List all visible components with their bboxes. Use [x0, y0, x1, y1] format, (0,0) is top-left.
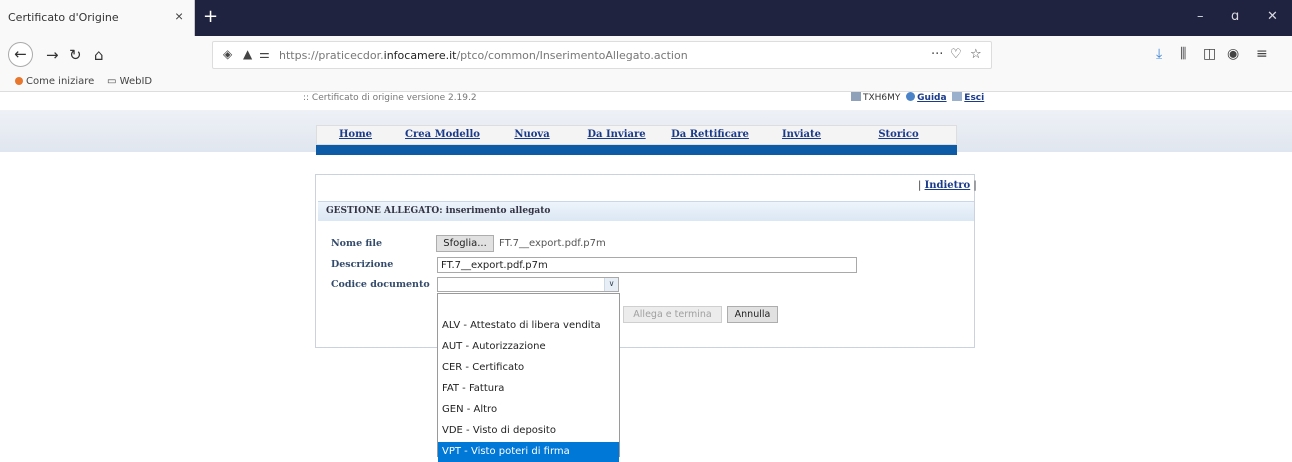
back-arrow-icon[interactable]: ←: [8, 42, 33, 67]
selected-file-name: FT.7__export.pdf.p7m: [499, 238, 606, 249]
section-title: GESTIONE ALLEGATO: inserimento allegato: [326, 206, 551, 216]
menu-item-storico[interactable]: Storico: [843, 126, 954, 144]
dropdown-option[interactable]: FAT - Fattura: [438, 379, 619, 399]
home-icon[interactable]: ⌂: [94, 46, 104, 64]
lock-icon[interactable]: ▲: [243, 47, 252, 61]
chevron-down-icon[interactable]: ∨: [604, 278, 618, 291]
url-text[interactable]: https://praticecdor.infocamere.it/ptco/c…: [279, 49, 688, 62]
library-icon[interactable]: ⫼: [1180, 46, 1186, 62]
window-restore-icon[interactable]: ɑ: [1231, 9, 1239, 24]
user-box: TXH6MY Guida Esci: [851, 92, 984, 103]
descrizione-label: Descrizione: [331, 259, 394, 270]
browser-titlebar: Certificato d'Origine × + – ɑ ✕: [0, 0, 1292, 36]
menu-item-nuova[interactable]: Nuova: [491, 126, 573, 144]
new-tab-icon[interactable]: +: [203, 6, 218, 27]
dropdown-option-selected[interactable]: VPT - Visto poteri di firma: [438, 442, 619, 462]
browse-button[interactable]: Sfoglia...: [436, 235, 494, 252]
menu-blue-bar: [316, 145, 957, 155]
page-top-bar: :: Certificato di origine versione 2.19.…: [0, 92, 1292, 110]
url-bar[interactable]: ◈ ▲ ⚌ https://praticecdor.infocamere.it/…: [212, 41, 992, 69]
tab-title: Certificato d'Origine: [8, 11, 119, 24]
codice-documento-label: Codice documento: [331, 279, 430, 290]
dropdown-option[interactable]: AUT - Autorizzazione: [438, 337, 619, 357]
dropdown-option[interactable]: CER - Certificato: [438, 358, 619, 378]
sidebar-icon[interactable]: ◫: [1203, 46, 1216, 62]
guida-link[interactable]: Guida: [917, 93, 946, 103]
codice-documento-dropdown: ALV - Attestato di libera vendita AUT - …: [437, 293, 620, 462]
download-icon[interactable]: ⤓: [1156, 46, 1162, 62]
shield-icon[interactable]: ◈: [223, 47, 232, 61]
section-header: GESTIONE ALLEGATO: inserimento allegato: [318, 201, 974, 221]
firefox-icon: [15, 77, 23, 85]
version-text: :: Certificato di origine versione 2.19.…: [303, 93, 477, 103]
annulla-button[interactable]: Annulla: [727, 306, 778, 323]
back-link-wrapper: | Indietro |: [918, 180, 977, 191]
user-icon: [851, 92, 861, 101]
menu-item-home[interactable]: Home: [317, 126, 394, 144]
reload-icon[interactable]: ↻: [69, 46, 82, 64]
main-menu: Home Crea Modello Nuova Da Inviare Da Re…: [316, 125, 957, 145]
bookmarks-bar: Come iniziare ▭ WebID: [0, 74, 1292, 92]
bookmark-come-iniziare[interactable]: Come iniziare: [15, 76, 94, 87]
allega-e-termina-button[interactable]: Allega e termina: [623, 306, 722, 323]
descrizione-input[interactable]: [437, 257, 857, 273]
permissions-icon[interactable]: ⚌: [259, 47, 270, 61]
dropdown-option[interactable]: VDE - Visto di deposito: [438, 421, 619, 441]
menu-item-inviate[interactable]: Inviate: [760, 126, 843, 144]
user-id: TXH6MY: [863, 93, 901, 103]
menu-item-da-inviare[interactable]: Da Inviare: [573, 126, 660, 144]
pocket-icon[interactable]: ♡: [950, 47, 962, 62]
help-icon: [906, 92, 916, 101]
window-minimize-icon[interactable]: –: [1197, 9, 1204, 24]
menu-hamburger-icon[interactable]: ≡: [1256, 46, 1268, 62]
page-actions-icon[interactable]: ···: [931, 47, 943, 62]
tab-close-icon[interactable]: ×: [175, 8, 183, 24]
menu-item-da-rettificare[interactable]: Da Rettificare: [660, 126, 760, 144]
browser-tab[interactable]: Certificato d'Origine ×: [0, 0, 195, 36]
bookmark-star-icon[interactable]: ☆: [970, 47, 982, 62]
browser-navbar: ← → ↻ ⌂ ◈ ▲ ⚌ https://praticecdor.infoca…: [0, 36, 1292, 74]
folder-icon: ▭: [107, 76, 120, 87]
bookmark-webid[interactable]: ▭ WebID: [107, 76, 152, 87]
forward-arrow-icon[interactable]: →: [46, 46, 59, 64]
exit-icon: [952, 92, 963, 101]
menu-item-crea-modello[interactable]: Crea Modello: [394, 126, 491, 144]
dropdown-option[interactable]: GEN - Altro: [438, 400, 619, 420]
indietro-link[interactable]: Indietro: [925, 180, 971, 191]
extension-icon[interactable]: ◉: [1227, 46, 1239, 62]
codice-documento-select[interactable]: ∨: [437, 277, 619, 292]
window-close-icon[interactable]: ✕: [1267, 9, 1278, 24]
esci-link[interactable]: Esci: [964, 93, 984, 103]
dropdown-option[interactable]: ALV - Attestato di libera vendita: [438, 316, 619, 336]
nome-file-label: Nome file: [331, 238, 382, 249]
